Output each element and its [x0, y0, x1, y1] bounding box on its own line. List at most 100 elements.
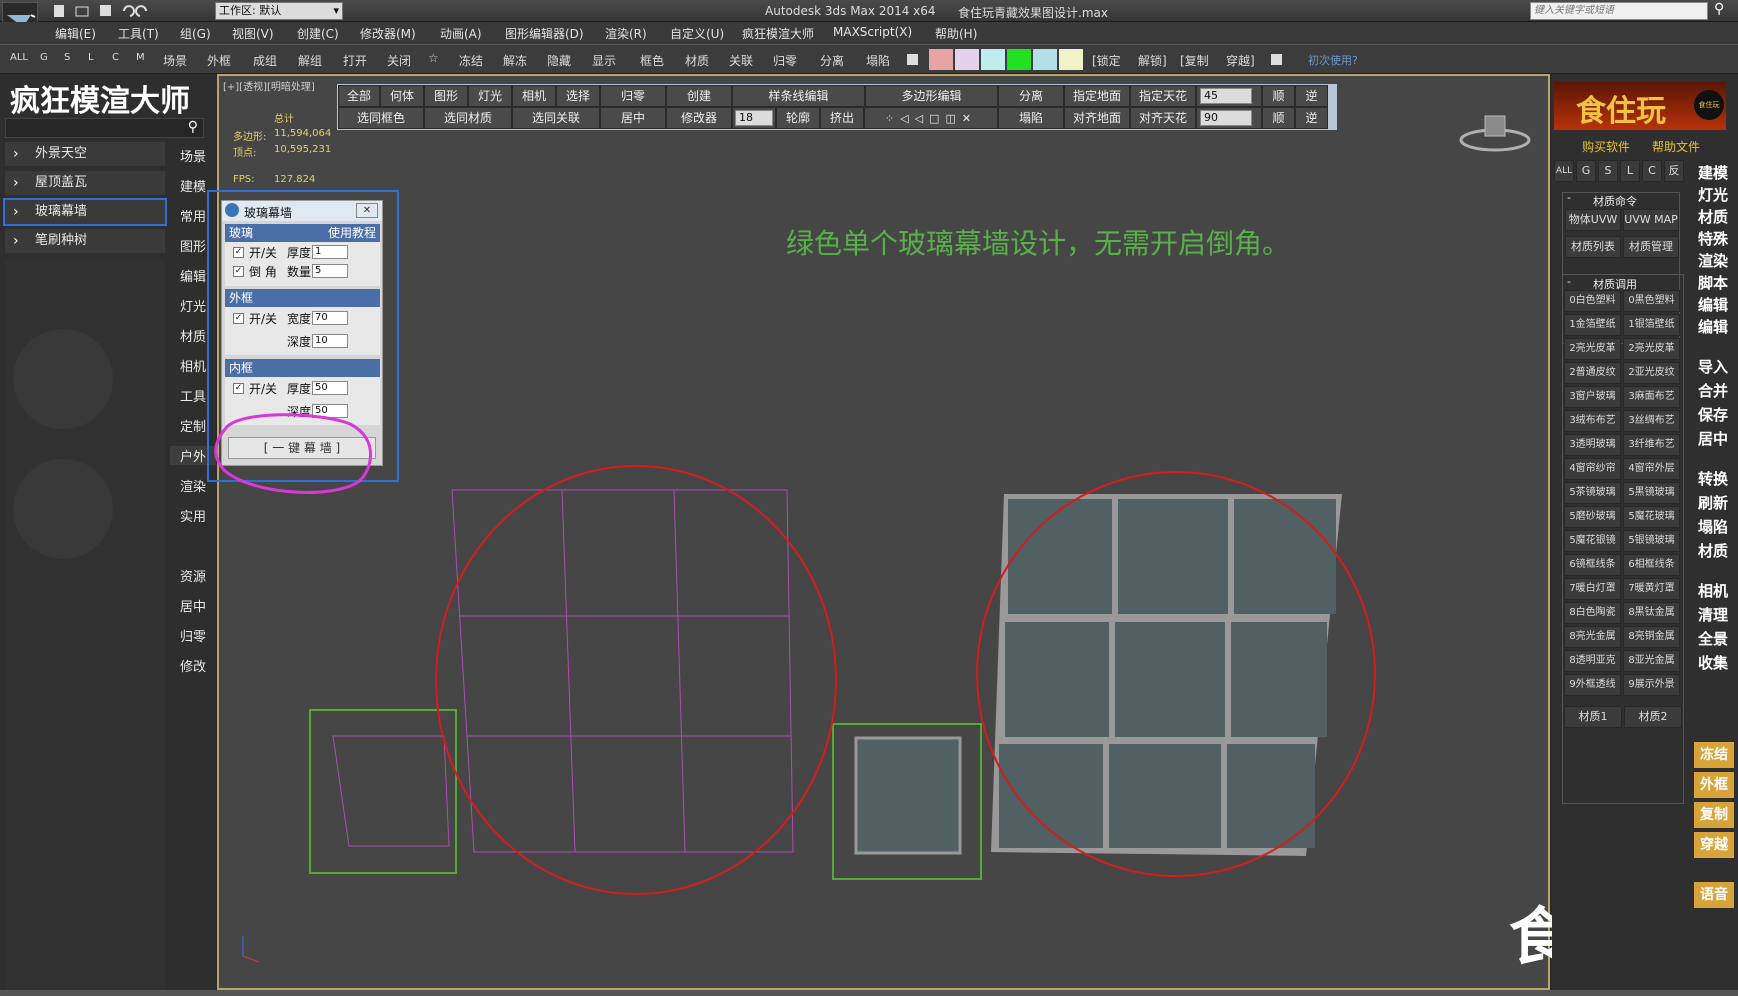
rp-filter-g[interactable]: G: [1576, 160, 1596, 182]
tb-lock[interactable]: [锁定: [1092, 52, 1121, 69]
rcmd-refresh[interactable]: 刷新: [1698, 492, 1728, 513]
tb-detach[interactable]: 分离: [820, 52, 844, 69]
bevel-count-input[interactable]: 5: [312, 264, 348, 278]
tutorial-link[interactable]: 使用教程: [328, 224, 376, 242]
rcmd-materials[interactable]: 材质: [1698, 206, 1728, 227]
tb-link[interactable]: 关联: [729, 52, 753, 69]
menu-graph-editors[interactable]: 图形编辑器(D): [505, 25, 584, 42]
material-preset-button[interactable]: 8亚光金属: [1623, 650, 1680, 672]
menu-customize[interactable]: 自定义(U): [670, 25, 724, 42]
rcmd-collect[interactable]: 收集: [1698, 652, 1728, 673]
help-file-link[interactable]: 帮助文件: [1652, 138, 1700, 155]
material-preset-button[interactable]: 1银箔壁纸: [1623, 314, 1680, 336]
material-preset-button[interactable]: 9外框透线: [1564, 674, 1621, 696]
rcmd-render[interactable]: 渲染: [1698, 250, 1728, 271]
tb-hide[interactable]: 隐藏: [547, 52, 571, 69]
rp-filter-c[interactable]: C: [1642, 160, 1662, 182]
menu-maxscript[interactable]: MAXScript(X): [833, 25, 912, 39]
rcmd-material-2[interactable]: 材质: [1698, 540, 1728, 561]
material-preset-button[interactable]: 3纤维布艺: [1623, 434, 1680, 456]
inner-thickness-input[interactable]: 50: [312, 381, 348, 395]
tb-ungroup[interactable]: 解组: [298, 52, 322, 69]
rcmd-lights[interactable]: 灯光: [1698, 184, 1728, 205]
rcmd-collapse[interactable]: 塌陷: [1698, 516, 1728, 537]
tb-collapse[interactable]: 塌陷: [866, 52, 890, 69]
cat-utility[interactable]: 实用: [170, 506, 216, 525]
material-preset-button[interactable]: 3丝绸布艺: [1623, 410, 1680, 432]
filter-l[interactable]: L: [88, 52, 94, 63]
material-preset-button[interactable]: 7暖黄灯罩: [1623, 578, 1680, 600]
collapse-icon[interactable]: -: [1567, 191, 1571, 204]
star-icon[interactable]: ☆: [428, 51, 439, 65]
material-list-button[interactable]: 材质列表: [1565, 236, 1621, 258]
material-preset-button[interactable]: 6相框线条: [1623, 554, 1680, 576]
swatch-lavender[interactable]: [955, 49, 979, 70]
material-tab-1[interactable]: 材质1: [1564, 706, 1622, 728]
rp-filter-l[interactable]: L: [1620, 160, 1640, 182]
material-preset-button[interactable]: 9展示外景: [1623, 674, 1680, 696]
tb-close[interactable]: 关闭: [387, 52, 411, 69]
material-preset-button[interactable]: 2亮光皮革: [1623, 338, 1680, 360]
material-preset-button[interactable]: 3透明玻璃: [1564, 434, 1621, 456]
yellow-voice-button[interactable]: 语音: [1694, 882, 1734, 908]
tb-show[interactable]: 显示: [592, 52, 616, 69]
material-preset-button[interactable]: 2亚光皮纹: [1623, 362, 1680, 384]
material-preset-button[interactable]: 0黑色塑料: [1623, 290, 1680, 312]
material-preset-button[interactable]: 3绒布布艺: [1564, 410, 1621, 432]
cat-resources[interactable]: 资源: [170, 566, 216, 585]
material-preset-button[interactable]: 7暖白灯罩: [1564, 578, 1621, 600]
menu-create[interactable]: 创建(C): [297, 25, 339, 42]
filter-g[interactable]: G: [40, 52, 48, 63]
tb-scene[interactable]: 场景: [163, 52, 187, 69]
rcmd-clean[interactable]: 清理: [1698, 604, 1728, 625]
glass-onoff-checkbox[interactable]: ✓: [233, 247, 244, 258]
material-preset-button[interactable]: 6镜框线条: [1564, 554, 1621, 576]
menu-tools[interactable]: 工具(T): [118, 25, 159, 42]
close-icon[interactable]: ✕: [356, 203, 378, 218]
menu-help[interactable]: 帮助(H): [935, 25, 977, 42]
outer-width-input[interactable]: 70: [312, 311, 348, 325]
rcmd-import[interactable]: 导入: [1698, 356, 1728, 377]
material-preset-button[interactable]: 5黑镜玻璃: [1623, 482, 1680, 504]
cat-modify[interactable]: 修改: [170, 656, 216, 675]
material-preset-button[interactable]: 0白色塑料: [1564, 290, 1621, 312]
material-preset-button[interactable]: 2普通皮纹: [1564, 362, 1621, 384]
first-use-link[interactable]: 初次使用?: [1308, 52, 1358, 68]
rcmd-edit[interactable]: 编辑: [1698, 294, 1728, 315]
tb-copy[interactable]: [复制: [1180, 52, 1209, 69]
filter-c[interactable]: C: [112, 52, 119, 63]
rp-filter-invert[interactable]: 反: [1664, 160, 1684, 182]
section-glass-curtain-wall[interactable]: › 玻璃幕墙: [3, 198, 167, 226]
material-preset-button[interactable]: 8黑钛金属: [1623, 602, 1680, 624]
swatch-green[interactable]: [1007, 49, 1031, 70]
cat-scene[interactable]: 场景: [170, 146, 216, 165]
swatch-cream[interactable]: [1059, 49, 1083, 70]
cat-center[interactable]: 居中: [170, 596, 216, 615]
material-preset-button[interactable]: 2亮光皮革: [1564, 338, 1621, 360]
outer-depth-input[interactable]: 10: [312, 334, 348, 348]
perspective-viewport[interactable]: [+][透视][明暗处理] 总计 多边形: 11,594,064 顶点: 10,…: [217, 74, 1699, 990]
tb-reset[interactable]: 归零: [773, 52, 797, 69]
workspace-select[interactable]: 工作区: 默认 ▾: [215, 2, 343, 20]
material-preset-button[interactable]: 4窗帘外层: [1623, 458, 1680, 480]
menu-views[interactable]: 视图(V): [232, 25, 274, 42]
material-preset-button[interactable]: 8亮光金属: [1564, 626, 1621, 648]
material-preset-button[interactable]: 5磨砂玻璃: [1564, 506, 1621, 528]
tb-unfreeze[interactable]: 解冻: [503, 52, 527, 69]
rcmd-merge[interactable]: 合并: [1698, 380, 1728, 401]
material-preset-button[interactable]: 8透明亚克: [1564, 650, 1621, 672]
tb-material[interactable]: 材质: [685, 52, 709, 69]
material-preset-button[interactable]: 8亮铜金属: [1623, 626, 1680, 648]
rp-filter-s[interactable]: S: [1598, 160, 1618, 182]
tb-open[interactable]: 打开: [343, 52, 367, 69]
swatch-red[interactable]: [929, 49, 953, 70]
menu-rendering[interactable]: 渲染(R): [605, 25, 647, 42]
filter-m[interactable]: M: [136, 52, 145, 63]
filter-s[interactable]: S: [64, 52, 70, 63]
swatch-lightblue[interactable]: [1033, 49, 1057, 70]
yellow-copy-button[interactable]: 复制: [1694, 802, 1734, 828]
object-uvw-button[interactable]: 物体UVW: [1565, 209, 1621, 231]
cat-zero[interactable]: 归零: [170, 626, 216, 645]
menu-animation[interactable]: 动画(A): [440, 25, 482, 42]
material-manager-button[interactable]: 材质管理: [1623, 236, 1679, 258]
